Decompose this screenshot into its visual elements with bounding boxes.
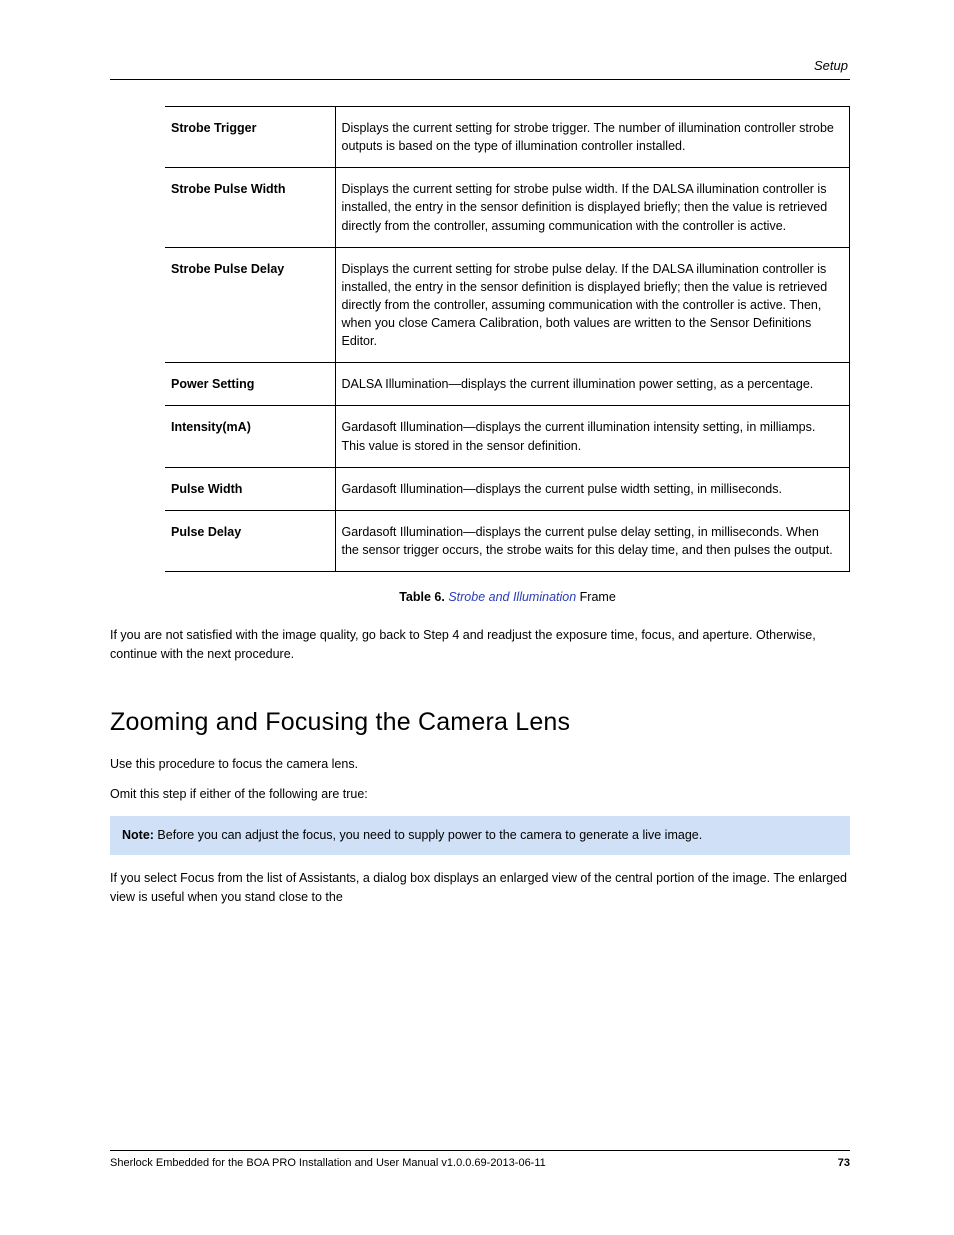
row-desc: DALSA Illumination—displays the current … (335, 363, 850, 406)
caption-link[interactable]: Strobe and Illumination (448, 590, 576, 604)
header-section: Setup (110, 58, 850, 73)
note-prefix: Note: (122, 828, 157, 842)
row-label: Intensity(mA) (165, 406, 335, 467)
row-label: Pulse Delay (165, 510, 335, 571)
caption-number: Table 6. (399, 590, 445, 604)
table-row: Pulse Delay Gardasoft Illumination—displ… (165, 510, 850, 571)
body-paragraph-2: Omit this step if either of the followin… (110, 785, 850, 804)
section-heading: Zooming and Focusing the Camera Lens (110, 708, 850, 737)
table-row: Strobe Trigger Displays the current sett… (165, 107, 850, 168)
after-table-paragraph: If you are not satisfied with the image … (110, 626, 850, 664)
row-label: Strobe Pulse Width (165, 168, 335, 247)
table-caption: Table 6. Strobe and Illumination Frame (165, 590, 850, 604)
body-paragraph-1: Use this procedure to focus the camera l… (110, 755, 850, 774)
note-box: Note: Before you can adjust the focus, y… (110, 816, 850, 855)
header-rule (110, 79, 850, 80)
table-row: Strobe Pulse Width Displays the current … (165, 168, 850, 247)
row-label: Power Setting (165, 363, 335, 406)
row-desc: Gardasoft Illumination—displays the curr… (335, 510, 850, 571)
strobe-illumination-table: Strobe Trigger Displays the current sett… (165, 106, 850, 572)
row-desc: Gardasoft Illumination—displays the curr… (335, 406, 850, 467)
row-label: Pulse Width (165, 467, 335, 510)
row-label: Strobe Trigger (165, 107, 335, 168)
table-row: Strobe Pulse Delay Displays the current … (165, 247, 850, 363)
row-desc: Displays the current setting for strobe … (335, 247, 850, 363)
below-note-paragraph: If you select Focus from the list of Ass… (110, 869, 850, 907)
footer-rule (110, 1150, 850, 1151)
row-desc: Displays the current setting for strobe … (335, 107, 850, 168)
table-row: Power Setting DALSA Illumination—display… (165, 363, 850, 406)
note-text: Before you can adjust the focus, you nee… (157, 828, 702, 842)
footer-doc-title: Sherlock Embedded for the BOA PRO Instal… (110, 1157, 546, 1169)
table-row: Pulse Width Gardasoft Illumination—displ… (165, 467, 850, 510)
footer-page-number: 73 (838, 1157, 850, 1169)
row-desc: Displays the current setting for strobe … (335, 168, 850, 247)
page-footer: Sherlock Embedded for the BOA PRO Instal… (110, 1150, 850, 1169)
row-label: Strobe Pulse Delay (165, 247, 335, 363)
table-row: Intensity(mA) Gardasoft Illumination—dis… (165, 406, 850, 467)
row-desc: Gardasoft Illumination—displays the curr… (335, 467, 850, 510)
caption-suffix: Frame (576, 590, 616, 604)
